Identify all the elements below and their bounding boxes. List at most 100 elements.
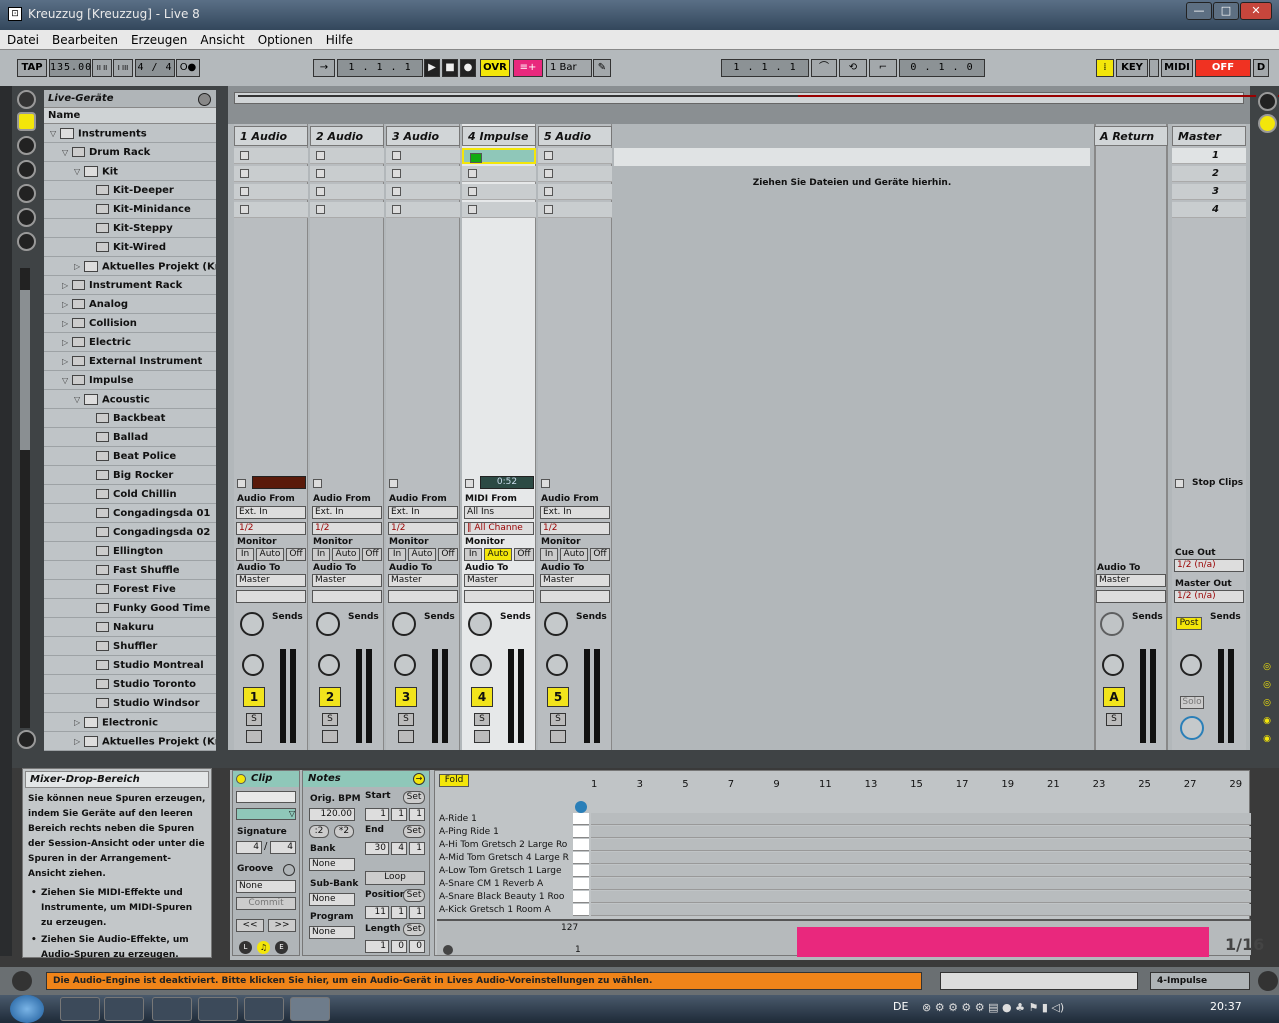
launch-box-toggle-icon[interactable]: L bbox=[239, 941, 252, 954]
overview-bar[interactable] bbox=[228, 86, 1279, 126]
browser-item[interactable]: ▽ Drum Rack bbox=[44, 143, 216, 162]
drum-lane-label[interactable]: A-Hi Tom Gretsch 2 Large Ro bbox=[437, 839, 573, 852]
monitor-in-button[interactable]: In bbox=[388, 548, 406, 561]
monitor-in-button[interactable]: In bbox=[540, 548, 558, 561]
browser-item[interactable]: Kit-Wired bbox=[44, 238, 216, 257]
arm-button[interactable] bbox=[474, 730, 490, 743]
envelopes-box-toggle-icon[interactable]: E bbox=[275, 941, 288, 954]
arm-button[interactable] bbox=[246, 730, 262, 743]
end-set-button[interactable]: Set bbox=[403, 825, 425, 838]
send-a-knob[interactable] bbox=[468, 612, 492, 636]
arm-button[interactable] bbox=[550, 730, 566, 743]
cue-out-dropdown[interactable]: 1/2 (n/a) bbox=[1174, 559, 1244, 572]
browser-item[interactable]: Studio Toronto bbox=[44, 675, 216, 694]
arrangement-view-icon[interactable] bbox=[1258, 92, 1277, 111]
clip-slot[interactable] bbox=[538, 202, 612, 218]
input-channel-dropdown[interactable]: 1/2 bbox=[540, 522, 610, 535]
clip-stop-button[interactable] bbox=[544, 187, 553, 196]
half-tempo-button[interactable]: :2 bbox=[309, 825, 329, 838]
show-detail-icon[interactable] bbox=[1258, 971, 1278, 991]
return-track-title[interactable]: A Return bbox=[1094, 126, 1168, 146]
expand-triangle-icon[interactable]: ▷ bbox=[62, 319, 72, 328]
expand-triangle-icon[interactable]: ▷ bbox=[74, 262, 84, 271]
input-type-dropdown[interactable]: Ext. In bbox=[540, 506, 610, 519]
browser-item[interactable]: Studio Montreal bbox=[44, 656, 216, 675]
language-indicator[interactable]: DE bbox=[893, 1000, 908, 1013]
velocity-toggle-icon[interactable] bbox=[443, 945, 453, 955]
clip-slot[interactable] bbox=[310, 184, 384, 200]
live-devices-icon[interactable] bbox=[17, 112, 36, 131]
clip-stop-button[interactable] bbox=[316, 187, 325, 196]
drum-lane-label[interactable]: A-Ride 1 bbox=[437, 813, 573, 826]
browser-item[interactable]: ▽ Acoustic bbox=[44, 390, 216, 409]
browser-item[interactable]: Congadingsda 02 bbox=[44, 523, 216, 542]
key-map-button[interactable]: KEY bbox=[1116, 59, 1148, 77]
preview-headphones-icon[interactable] bbox=[575, 801, 587, 813]
clip-stop-button[interactable] bbox=[544, 169, 553, 178]
position-sixteenth-field[interactable]: 1 bbox=[409, 906, 425, 919]
computer-midi-keyboard-icon[interactable]: ⁞ bbox=[1096, 59, 1114, 77]
clip-stop-button[interactable] bbox=[544, 205, 553, 214]
monitor-in-button[interactable]: In bbox=[312, 548, 330, 561]
piano-key[interactable] bbox=[573, 813, 589, 825]
browser-scroll-thumb[interactable] bbox=[20, 290, 30, 450]
fold-button[interactable]: Fold bbox=[439, 774, 469, 787]
track-title-3[interactable]: 3 Audio bbox=[386, 126, 460, 146]
monitor-auto-button[interactable]: Auto bbox=[408, 548, 436, 561]
time-ruler[interactable]: 1 3 5 7 9 11 13 15 17 19 21 23 25 27 29 bbox=[591, 775, 1251, 805]
track-stop-button[interactable] bbox=[465, 479, 474, 488]
browser-item[interactable]: Studio Windsor bbox=[44, 694, 216, 713]
browser-item[interactable]: ▷ Electronic bbox=[44, 713, 216, 732]
drum-lane-label[interactable]: A-Low Tom Gretsch 1 Large bbox=[437, 865, 573, 878]
browser-item[interactable]: Forest Five bbox=[44, 580, 216, 599]
start-beat-field[interactable]: 1 bbox=[391, 808, 407, 821]
expand-triangle-icon[interactable]: ▷ bbox=[62, 281, 72, 290]
notes-box-toggle-icon[interactable]: ♫ bbox=[257, 941, 270, 954]
clip-stop-button[interactable] bbox=[240, 205, 249, 214]
loop-button[interactable]: Loop bbox=[365, 871, 425, 885]
session-view-icon[interactable] bbox=[1258, 114, 1277, 133]
solo-button[interactable]: S bbox=[398, 713, 414, 726]
input-type-dropdown[interactable]: Ext. In bbox=[312, 506, 382, 519]
signature-numerator[interactable]: 4 bbox=[236, 841, 262, 854]
send-a-knob[interactable] bbox=[544, 612, 568, 636]
clip-stop-button[interactable] bbox=[468, 187, 477, 196]
return-activator-a[interactable]: A bbox=[1103, 687, 1125, 707]
loop-switch-button[interactable]: ⟲ bbox=[839, 59, 867, 77]
output-dropdown[interactable]: Master bbox=[312, 574, 382, 587]
clip-slot[interactable] bbox=[234, 148, 308, 164]
master-out-dropdown[interactable]: 1/2 (n/a) bbox=[1174, 590, 1244, 603]
track-stop-button[interactable] bbox=[313, 479, 322, 488]
arrangement-position-field[interactable]: 1 . 1 . 1 bbox=[337, 59, 423, 77]
master-track-title[interactable]: Master bbox=[1172, 126, 1246, 146]
piano-key[interactable] bbox=[573, 891, 589, 903]
browser-item[interactable]: ▽ Kit bbox=[44, 162, 216, 181]
browser-item[interactable]: ▽ Instruments bbox=[44, 124, 216, 143]
browser-item[interactable]: ▷ Analog bbox=[44, 295, 216, 314]
piano-key[interactable] bbox=[573, 878, 589, 890]
expand-info-icon[interactable] bbox=[17, 730, 36, 749]
stop-button[interactable]: ■ bbox=[442, 59, 458, 77]
hot-swap-icon[interactable] bbox=[17, 232, 36, 251]
maximize-button[interactable]: □ bbox=[1213, 2, 1239, 20]
pan-knob[interactable] bbox=[546, 654, 568, 676]
groove-hot-swap-icon[interactable] bbox=[283, 864, 295, 876]
track-stop-button[interactable] bbox=[541, 479, 550, 488]
clip-name-field[interactable] bbox=[236, 791, 296, 803]
send-a-knob[interactable] bbox=[392, 612, 416, 636]
note-lane-grid[interactable] bbox=[591, 865, 1251, 877]
clip-play-icon[interactable] bbox=[470, 153, 482, 163]
browser-item[interactable]: Kit-Minidance bbox=[44, 200, 216, 219]
nudge-up-button[interactable]: I III bbox=[113, 59, 133, 77]
expand-triangle-icon[interactable]: ▽ bbox=[74, 395, 84, 404]
clip-stop-button[interactable] bbox=[316, 205, 325, 214]
output-channel-field[interactable] bbox=[388, 590, 458, 603]
expand-triangle-icon[interactable]: ▷ bbox=[62, 300, 72, 309]
drum-lane-label[interactable]: A-Kick Gretsch 1 Room A bbox=[437, 904, 573, 917]
nudge-back-button[interactable]: << bbox=[236, 919, 264, 932]
solo-button[interactable]: S bbox=[550, 713, 566, 726]
clip-slot[interactable] bbox=[386, 202, 460, 218]
clip-slot[interactable] bbox=[234, 184, 308, 200]
menu-hilfe[interactable]: Hilfe bbox=[319, 30, 359, 47]
taskbar-explorer[interactable] bbox=[104, 997, 144, 1021]
